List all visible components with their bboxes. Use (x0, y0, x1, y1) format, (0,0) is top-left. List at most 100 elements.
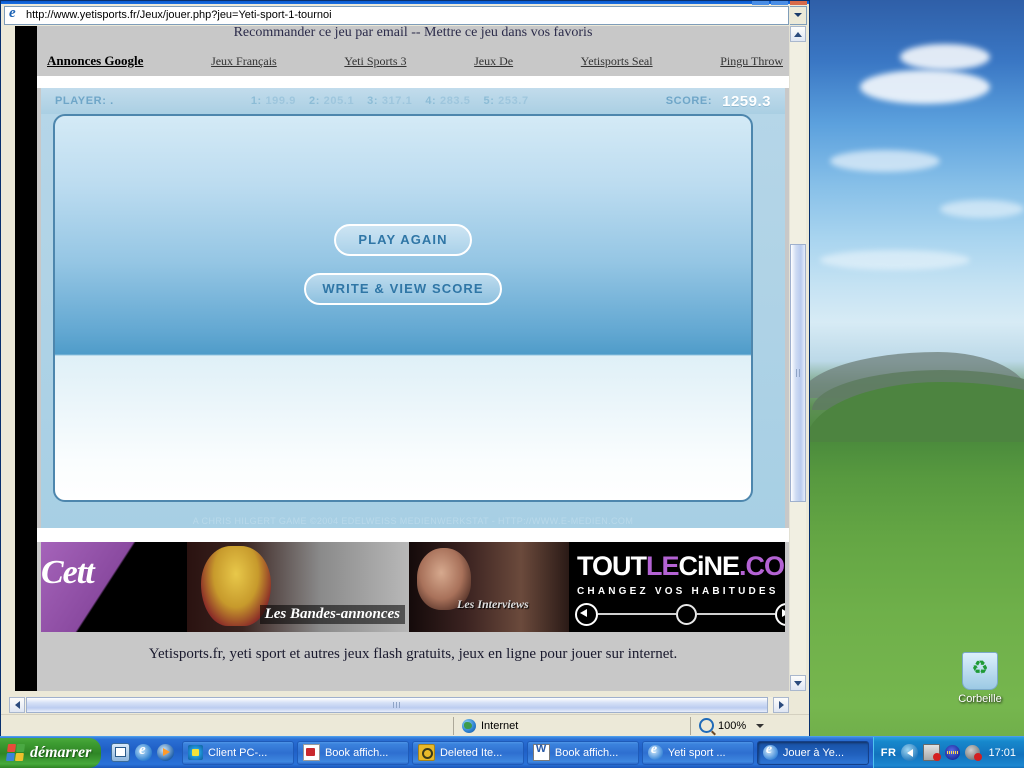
internet-explorer-icon (762, 742, 778, 760)
start-button[interactable]: démarrer (0, 737, 101, 768)
horizontal-scrollbar[interactable] (9, 697, 789, 713)
scroll-left-arrow-icon[interactable] (9, 697, 25, 713)
cloud (860, 70, 990, 104)
zoom-level-label: 100% (718, 719, 747, 732)
throw-1-value: 199.9 (265, 95, 296, 107)
page-left-black-margin (15, 26, 37, 691)
banner-left-text: Cett (41, 554, 95, 591)
page-footer-text: Yetisports.fr, yeti sport et autres jeux… (148, 646, 678, 662)
google-ads-heading[interactable]: Annonces Google (47, 53, 143, 69)
network-disconnected-icon[interactable] (965, 745, 983, 761)
browser-status-bar: Internet 100% (1, 714, 809, 736)
close-button[interactable] (790, 1, 807, 5)
throw-4-num: 4: (425, 95, 437, 107)
taskbar-item-book-affich-pdf[interactable]: Book affich... (296, 740, 409, 765)
taskbar-item-deleted-items[interactable]: Deleted Ite... (411, 740, 524, 765)
logo-part-4: .COM (739, 551, 785, 581)
recording-icon[interactable] (923, 744, 942, 761)
maximize-button[interactable] (771, 1, 788, 5)
throw-2-value: 205.1 (323, 95, 355, 107)
globe-icon (462, 718, 476, 733)
ad-link-3[interactable]: Yetisports Seal (581, 54, 653, 69)
recycle-bin-icon (962, 652, 998, 690)
ad-link-2[interactable]: Jeux De (474, 54, 513, 69)
show-desktop-icon[interactable] (111, 743, 130, 762)
scroll-down-arrow-icon[interactable] (790, 675, 806, 691)
flash-game-area[interactable]: PLAYER: . 1: 199.9 2: 205.1 3: 317.1 4: … (41, 88, 785, 528)
carousel-next-arrow-icon[interactable] (774, 602, 785, 626)
zoom-chevron-down-icon[interactable] (756, 723, 765, 728)
score-label: SCORE: (665, 95, 713, 107)
ad-link-1[interactable]: Yeti Sports 3 (344, 54, 406, 69)
throw-1-num: 1: (250, 95, 262, 107)
play-again-button[interactable]: PLAY AGAIN (334, 224, 472, 256)
taskbar-item-client-pc[interactable]: Client PC-... (182, 740, 294, 765)
taskbar-item-label: Client PC-... (208, 746, 268, 759)
banner-panel-logo[interactable]: TOUTLECiNE.COM CHANGEZ VOS HABITUDES (569, 542, 785, 632)
desktop[interactable]: Corbeille http://www.yetisports.fr/Jeux/… (0, 0, 1024, 768)
tray-expand-chevron-left-icon[interactable] (901, 744, 919, 761)
throw-2-num: 2: (309, 95, 320, 107)
desktop-icon-recycle-bin[interactable]: Corbeille (944, 652, 1016, 705)
address-dropdown-chevron-down-icon[interactable] (790, 5, 807, 25)
page-viewport: Recommander ce jeu par email -- Mettre c… (1, 26, 809, 716)
game-stage[interactable]: PLAY AGAIN WRITE & VIEW SCORE (53, 114, 753, 502)
carousel-track-left (598, 613, 676, 615)
banner-trailers-caption: Les Bandes-annonces (259, 605, 405, 624)
throw-4: 4: 283.5 (425, 95, 470, 107)
internet-explorer-icon[interactable] (135, 742, 152, 761)
horizontal-scroll-thumb[interactable] (26, 697, 768, 713)
throw-5-value: 253.7 (498, 95, 529, 107)
taskbar-item-label: Book affich... (324, 746, 389, 759)
write-view-score-button[interactable]: WRITE & VIEW SCORE (304, 273, 502, 305)
banner-panel-interviews[interactable]: Les Interviews (409, 542, 569, 632)
clock[interactable]: 17:01 (988, 747, 1016, 759)
word-icon (532, 743, 550, 761)
zoom-control[interactable]: 100% (690, 716, 809, 735)
carousel-dot[interactable] (675, 603, 697, 625)
taskbar: démarrer Client PC-... Book affich... De… (0, 736, 1024, 768)
google-ads-row: Annonces Google Jeux Français Yeti Sport… (37, 46, 789, 76)
web-page-content: Recommander ce jeu par email -- Mettre c… (37, 26, 789, 691)
banner-panel-left[interactable]: Cett (41, 542, 187, 632)
minimize-button[interactable] (752, 1, 769, 5)
windows-media-player-icon[interactable] (157, 744, 174, 761)
window-controls[interactable] (747, 1, 807, 5)
security-zone-indicator[interactable]: Internet (453, 716, 690, 735)
taskbar-item-book-affich-word[interactable]: Book affich... (526, 740, 639, 765)
address-input[interactable]: http://www.yetisports.fr/Jeux/jouer.php?… (4, 5, 789, 25)
taskbar-item-yeti-sport[interactable]: Yeti sport ... (641, 740, 754, 765)
outlook-icon (417, 744, 435, 761)
address-bar[interactable]: http://www.yetisports.fr/Jeux/jouer.php?… (1, 4, 809, 26)
audio-icon[interactable] (945, 745, 961, 760)
system-tray: FR 17:01 (872, 736, 1024, 768)
toutlecine-logo: TOUTLECiNE.COM (577, 553, 785, 580)
game-button-stack: PLAY AGAIN WRITE & VIEW SCORE (55, 224, 751, 305)
throw-5: 5: 253.7 (484, 95, 529, 107)
ad-link-4[interactable]: Pingu Throw (720, 54, 783, 69)
throw-1: 1: 199.9 (251, 95, 296, 107)
advertisement-banner[interactable]: Cett Les Bandes-annonces Les Interviews … (41, 542, 785, 632)
scroll-up-arrow-icon[interactable] (790, 26, 806, 42)
player-label: PLAYER: . (55, 95, 114, 107)
security-zone-label: Internet (481, 719, 519, 732)
browser-window[interactable]: http://www.yetisports.fr/Jeux/jouer.php?… (0, 0, 810, 737)
vertical-scrollbar[interactable] (789, 26, 806, 691)
logo-part-2: LE (646, 551, 680, 581)
start-button-label: démarrer (30, 743, 92, 761)
taskbar-task-list: Client PC-... Book affich... Deleted Ite… (182, 740, 873, 766)
carousel-prev-arrow-icon[interactable] (575, 602, 598, 626)
cloud (820, 250, 970, 270)
vertical-scroll-thumb[interactable] (790, 244, 806, 502)
scroll-right-arrow-icon[interactable] (773, 697, 789, 713)
taskbar-item-jouer-a-yeti[interactable]: Jouer à Ye... (756, 740, 869, 765)
page-white-divider (37, 76, 789, 88)
logo-part-3: CiNE (678, 551, 741, 581)
ad-link-0[interactable]: Jeux Français (211, 54, 277, 69)
taskbar-item-label: Yeti sport ... (667, 746, 726, 759)
throw-5-num: 5: (483, 95, 495, 107)
recommend-bar[interactable]: Recommander ce jeu par email -- Mettre c… (37, 26, 789, 46)
score-value: 1259.3 (722, 92, 771, 110)
banner-panel-trailers[interactable]: Les Bandes-annonces (187, 542, 409, 632)
language-indicator[interactable]: FR (881, 747, 897, 759)
